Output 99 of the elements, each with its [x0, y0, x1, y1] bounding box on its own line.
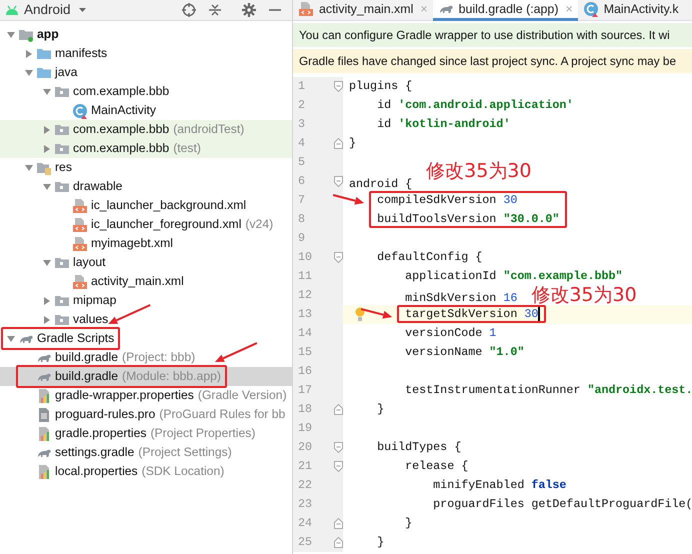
annotation-arrow [214, 342, 258, 362]
tree-item[interactable]: proguard-rules.pro (ProGuard Rules for bb [0, 405, 292, 424]
code-line: proguardFiles getDefaultProguardFile( [433, 497, 692, 511]
line-number: 24 [297, 516, 312, 530]
properties-file-icon [36, 426, 52, 442]
tree-item[interactable]: build.gradle (Project: bbb) [0, 348, 292, 367]
tree-item[interactable]: ic_launcher_foreground.xml (v24) [0, 215, 292, 234]
info-banner: You can configure Gradle wrapper to use distribution with sources. It wi [293, 23, 692, 47]
code-line: minSdkVersion 16 [405, 291, 518, 305]
line-number: 9 [297, 231, 306, 245]
tree-item[interactable]: build.gradle (Module: bbb.app) [0, 367, 292, 386]
tree-item[interactable]: local.properties (SDK Location) [0, 462, 292, 481]
class-file-icon [72, 102, 88, 118]
line-number: 10 [297, 250, 312, 264]
code-line: } [377, 402, 384, 416]
line-number: 22 [297, 478, 312, 492]
code-line: android { [349, 177, 412, 191]
tree-item[interactable]: myimagebt.xml [0, 234, 292, 253]
code-line: release { [405, 459, 468, 473]
line-number: 13 [297, 307, 312, 321]
code-line: targetSdkVersion 30 [405, 307, 538, 321]
tree-item[interactable]: layout [0, 253, 292, 272]
tree-item[interactable]: app [0, 25, 292, 44]
line-number: 16 [297, 364, 312, 378]
editor-tab[interactable]: MainActivity.k [578, 0, 684, 21]
code-line: defaultConfig { [377, 250, 482, 264]
settings-icon [242, 3, 256, 17]
tree-item[interactable]: res [0, 158, 292, 177]
annotation-arrow [332, 194, 364, 205]
editor-tab[interactable]: activity_main.xml × [293, 0, 433, 21]
tree-item[interactable]: gradle-wrapper.properties (Gradle Version) [0, 386, 292, 405]
tree-item[interactable]: activity_main.xml [0, 272, 292, 291]
android-icon [4, 3, 20, 17]
tree-item[interactable]: mipmap [0, 291, 292, 310]
target-button[interactable] [182, 3, 196, 17]
code-line: } [377, 535, 384, 549]
collapse-button[interactable] [208, 3, 222, 17]
code-line: versionCode 1 [405, 326, 496, 340]
tree-item[interactable]: gradle.properties (Project Properties) [0, 424, 292, 443]
line-number: 8 [297, 212, 306, 226]
warning-banner: Gradle files have changed since last project sync. A project sync may be [293, 49, 692, 73]
target-icon [182, 3, 196, 17]
tree-item[interactable]: Gradle Scripts [0, 329, 292, 348]
line-number: 6 [297, 174, 306, 188]
line-number: 4 [297, 136, 306, 150]
line-number: 5 [297, 155, 306, 169]
line-number: 12 [297, 288, 312, 302]
code-line: } [405, 516, 412, 530]
collapse-icon [208, 3, 222, 17]
text-cursor [538, 306, 540, 322]
properties-file-icon [36, 464, 52, 480]
annotation-text: 修改35为30 [531, 286, 637, 305]
code-line: compileSdkVersion 30 [377, 193, 518, 207]
line-number: 23 [297, 497, 312, 511]
line-number: 25 [297, 535, 312, 549]
line-number: 21 [297, 459, 312, 473]
tree-item[interactable]: values [0, 310, 292, 329]
tree-item[interactable]: com.example.bbb (androidTest) [0, 120, 292, 139]
code-line: } [349, 136, 356, 150]
editor-tab[interactable]: build.gradle (:app) × [432, 0, 578, 21]
code-line: minifyEnabled false [433, 478, 566, 492]
tree-item[interactable]: com.example.bbb (test) [0, 139, 292, 158]
class-file-icon [582, 1, 599, 17]
tree-item[interactable]: manifests [0, 44, 292, 63]
xml-file-icon [298, 1, 314, 17]
line-number: 11 [297, 269, 312, 283]
line-number: 18 [297, 402, 312, 416]
code-line: id 'kotlin-android' [377, 117, 510, 131]
annotation-arrow [360, 308, 392, 319]
tree-item[interactable]: ic_launcher_background.xml [0, 196, 292, 215]
line-number: 3 [297, 117, 306, 131]
text-file-icon [36, 406, 52, 422]
xml-file-icon [72, 236, 88, 252]
code-line: testInstrumentationRunner "androidx.test. [405, 383, 692, 397]
line-number: 17 [297, 383, 312, 397]
line-number: 2 [297, 98, 306, 112]
properties-file-icon [36, 388, 52, 404]
annotation-text: 修改35为30 [426, 162, 532, 181]
xml-file-icon [72, 274, 88, 290]
tree-item[interactable]: drawable [0, 177, 292, 196]
settings-button[interactable] [242, 3, 256, 17]
line-number: 7 [297, 193, 306, 207]
line-number: 19 [297, 421, 312, 435]
code-line: buildTypes { [377, 440, 462, 454]
line-number: 15 [297, 345, 312, 359]
tree-item[interactable]: com.example.bbb [0, 82, 292, 101]
code-line: id 'com.android.application' [377, 98, 574, 112]
code-line: applicationId "com.example.bbb" [405, 269, 623, 283]
code-line: versionName "1.0" [405, 345, 524, 359]
code-line: buildToolsVersion "30.0.0" [377, 212, 560, 226]
xml-file-icon [72, 216, 88, 232]
line-number: 14 [297, 326, 312, 340]
xml-file-icon [72, 198, 88, 214]
tree-item[interactable]: settings.gradle (Project Settings) [0, 443, 292, 462]
line-number: 20 [297, 440, 312, 454]
tree-item[interactable]: MainActivity [0, 101, 292, 120]
code-line: plugins { [349, 79, 412, 93]
tree-item[interactable]: java [0, 63, 292, 82]
line-number: 1 [297, 79, 306, 93]
